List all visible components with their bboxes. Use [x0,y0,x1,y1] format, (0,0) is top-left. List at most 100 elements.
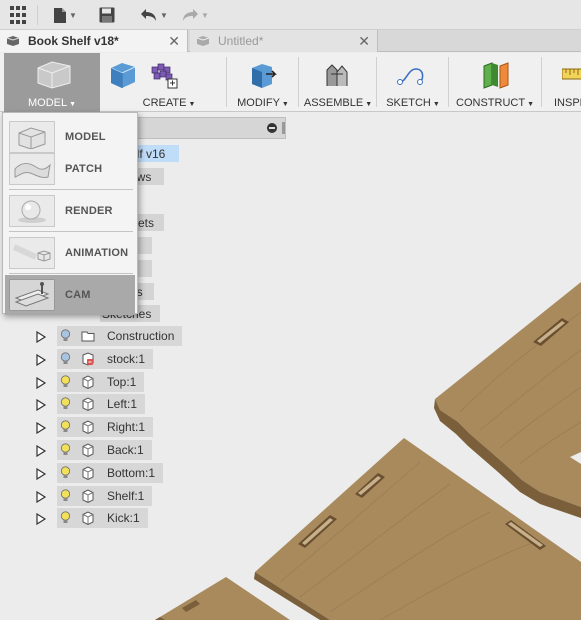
construct-label: CONSTRUCT [456,97,526,109]
modify-label: MODIFY [237,97,280,109]
workspace-switcher-button[interactable]: MODEL ▼ [4,53,100,112]
expand-arrow-icon[interactable] [36,421,47,435]
chevron-down-icon: ▼ [527,101,534,108]
browser-row-label: Shelf:1 [107,488,145,503]
create-label: CREATE [142,97,187,109]
browser-node[interactable]: stock:1 [57,348,154,369]
menu-divider [9,273,133,274]
expand-arrow-icon[interactable] [36,330,47,344]
browser-row-label: stock:1 [107,351,146,366]
body-icon [81,511,95,526]
app-bar: ▼ ▼ ▼ [0,0,581,30]
ribbon-divider [226,57,227,107]
browser-node[interactable]: Construction [57,326,183,346]
render-thumb-icon [9,195,55,227]
redo-button[interactable]: ▼ [178,5,212,25]
browser-node[interactable]: Shelf:1 [57,485,153,506]
browser-node[interactable]: Top:1 [57,371,145,392]
undo-button[interactable]: ▼ [136,5,172,25]
browser-row[interactable]: Right:1 [32,417,154,438]
chevron-down-icon: ▼ [69,101,77,108]
browser-panel-header[interactable] [126,117,286,139]
expand-arrow-icon[interactable] [36,353,47,366]
visibility-bulb-icon[interactable] [60,488,71,503]
expand-arrow-icon[interactable] [36,376,47,389]
body-icon [81,443,95,458]
undo-icon [141,9,157,21]
browser-row[interactable]: Back:1 [32,440,152,460]
sketch-group[interactable]: SKETCH ▼ [380,53,446,112]
expand-arrow-icon[interactable] [36,490,47,503]
menu-item-cam[interactable]: CAM [5,275,135,315]
assemble-label: ASSEMBLE [303,97,364,109]
menu-item-animation[interactable]: ANIMATION [5,233,135,273]
visibility-bulb-icon[interactable] [60,466,71,480]
body-icon [81,420,95,435]
joint-icon [326,64,348,86]
browser-row[interactable]: Bottom:1 [32,462,164,483]
visibility-bulb-icon[interactable] [60,329,71,343]
browser-row[interactable]: Shelf:1 [32,485,153,506]
browser-row-label: Left:1 [107,397,138,412]
menu-divider [9,231,133,232]
visibility-bulb-icon[interactable] [60,352,71,366]
chevron-down-icon: ▼ [160,10,168,20]
browser-row[interactable]: Left:1 [32,394,146,415]
close-icon[interactable]: ✕ [168,33,180,50]
chevron-down-icon: ▼ [69,10,77,20]
browser-row-label: Construction [107,329,175,343]
model-workspace-icon [37,61,71,89]
visibility-bulb-icon[interactable] [60,397,71,411]
visibility-bulb-icon[interactable] [60,443,71,457]
ribbon-divider [376,57,377,107]
browser-row[interactable]: Construction [32,326,183,346]
document-cube-icon [196,36,210,46]
expand-arrow-icon[interactable] [36,444,47,458]
sketch-curve-icon [397,68,424,85]
expand-arrow-icon[interactable] [36,467,47,480]
construct-group[interactable]: CONSTRUCT ▼ [452,53,538,112]
cam-thumb-icon [9,279,55,311]
measure-icon [562,68,581,80]
browser-node[interactable]: Back:1 [57,440,152,460]
inspect-group[interactable]: INSPE [546,53,581,112]
browser-row[interactable]: Kick:1 [32,508,148,529]
assemble-group[interactable]: ASSEMBLE ▼ [302,53,374,112]
visibility-bulb-icon[interactable] [60,374,71,389]
file-menu-button[interactable]: ▼ [50,5,80,25]
browser-node[interactable]: Kick:1 [57,508,148,529]
body-icon [81,397,95,412]
file-icon [54,7,67,23]
browser-row-label: Right:1 [107,420,146,435]
browser-node[interactable]: Bottom:1 [57,462,164,483]
close-icon[interactable]: ✕ [358,33,370,50]
workspace-menu: MODEL PATCH RENDER ANIMATION CAM [2,112,138,315]
chevron-down-icon: ▼ [201,10,209,20]
modify-group[interactable]: MODIFY ▼ [230,53,296,112]
menu-item-patch[interactable]: PATCH [5,149,135,189]
browser-node[interactable]: Left:1 [57,394,146,415]
panel-resize-handle[interactable] [282,122,285,134]
expand-arrow-icon[interactable] [36,512,47,526]
body-icon [81,466,95,480]
visibility-bulb-icon[interactable] [60,511,71,525]
apps-grid-icon[interactable] [9,5,27,25]
browser-row[interactable]: Top:1 [32,371,145,392]
menu-divider [9,189,133,190]
menu-item-render[interactable]: RENDER [5,191,135,231]
body-icon [81,489,95,503]
tab-untitled[interactable]: Untitled* ✕ [190,30,378,52]
body-icon [81,375,95,389]
browser-node[interactable]: Right:1 [57,417,154,438]
collapse-browser-icon[interactable] [267,123,277,133]
browser-row[interactable]: stock:1 [32,348,154,369]
expand-arrow-icon[interactable] [36,398,47,412]
box-icon [110,63,136,88]
animation-thumb-icon [9,237,55,269]
folder-icon [81,329,95,343]
tab-book-shelf[interactable]: Book Shelf v18* ✕ [0,30,188,52]
visibility-bulb-icon[interactable] [60,420,71,434]
tab-title: Untitled* [218,34,264,48]
create-group[interactable]: CREATE ▼ [100,53,222,112]
save-button[interactable] [97,5,117,25]
